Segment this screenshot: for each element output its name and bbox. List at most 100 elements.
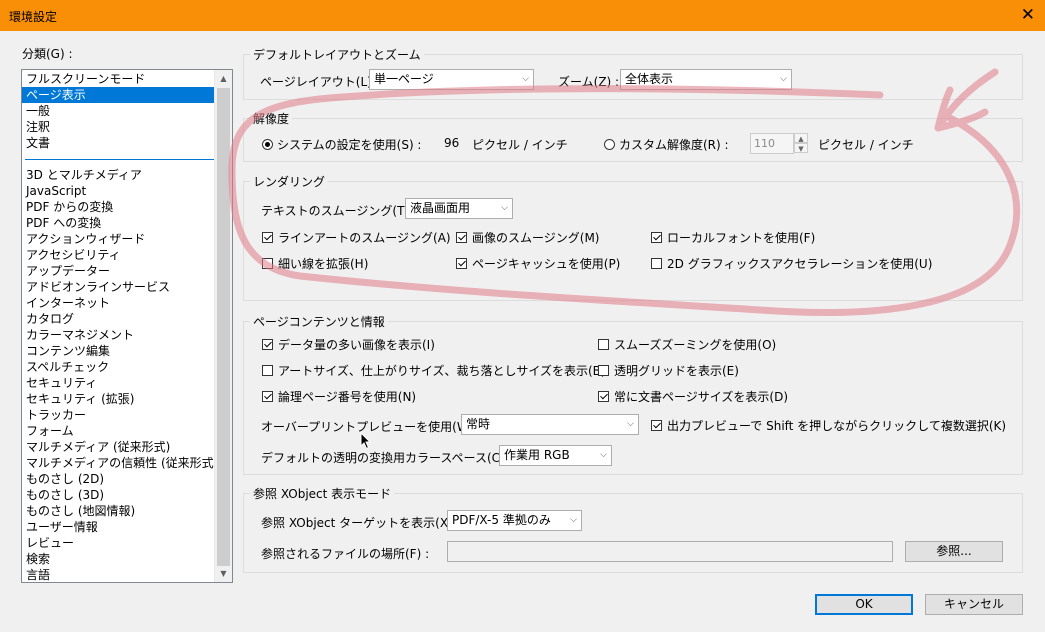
checkbox-box [651,420,662,431]
page-layout-select[interactable]: 単一ページ ⌵ [369,69,534,90]
local-fonts-label: ローカルフォントを使用(F) [667,231,816,245]
category-item[interactable]: フルスクリーンモード [22,71,218,87]
category-item[interactable]: セキュリティ (拡張) [22,391,218,407]
zoom-select[interactable]: 全体表示 ⌵ [620,69,792,90]
output-preview-checkbox[interactable]: 出力プレビューで Shift を押しながらクリックして複数選択(K) [651,417,1006,434]
default-layout-legend: デフォルトレイアウトとズーム [253,48,421,62]
blend-colorspace-select[interactable]: 作業用 RGB ⌵ [499,445,612,466]
xobject-legend: 参照 XObject 表示モード [253,487,392,501]
image-smoothing-label: 画像のスムージング(M) [472,231,600,245]
category-item[interactable]: アクセシビリティ [22,247,218,263]
system-resolution-radio[interactable]: システムの設定を使用(S) : [262,136,421,153]
output-preview-label: 出力プレビューで Shift を押しながらクリックして複数選択(K) [667,419,1007,433]
image-smoothing-checkbox[interactable]: 画像のスムージング(M) [456,229,599,246]
category-item[interactable]: 文書 [22,135,218,151]
spin-up-icon[interactable]: ▲ [794,133,808,143]
art-size-checkbox[interactable]: アートサイズ、仕上がりサイズ、裁ち落としサイズを表示(B) [262,362,606,379]
chevron-down-icon: ⌵ [570,515,577,525]
large-images-checkbox[interactable]: データ量の多い画像を表示(I) [262,336,435,353]
checkbox-box [651,258,662,269]
category-item[interactable]: JavaScript [22,183,218,199]
category-item[interactable]: 一般 [22,103,218,119]
transparency-grid-checkbox[interactable]: 透明グリッドを表示(E) [598,362,739,379]
text-smoothing-value: 液晶画面用 [410,201,471,215]
text-smoothing-label: テキストのスムージング(T) : [261,204,417,218]
thin-lines-label: 細い線を拡張(H) [278,257,369,271]
custom-resolution-spinner[interactable]: ▲ ▼ [794,133,808,154]
window-title: 環境設定 [9,10,58,24]
category-item[interactable]: 言語 [22,567,218,582]
category-item[interactable]: インターネット [22,295,218,311]
lineart-smoothing-checkbox[interactable]: ラインアートのスムージング(A) [262,229,451,246]
file-location-input[interactable] [447,541,893,562]
checkbox-box [262,365,273,376]
category-item[interactable]: PDF への変換 [22,215,218,231]
gpu-acceleration-checkbox[interactable]: 2D グラフィックスアクセラレーションを使用(U) [651,255,932,272]
category-item[interactable]: コンテンツ編集 [22,343,218,359]
text-smoothing-select[interactable]: 液晶画面用 ⌵ [405,198,513,219]
category-item[interactable]: フォーム [22,423,218,439]
category-item[interactable]: スペルチェック [22,359,218,375]
checkbox-box [598,339,609,350]
checkbox-box [598,391,609,402]
scroll-down-icon[interactable]: ▼ [215,565,232,582]
transparency-grid-label: 透明グリッドを表示(E) [614,364,739,378]
page-cache-label: ページキャッシュを使用(P) [472,257,621,271]
smooth-zoom-checkbox[interactable]: スムーズズーミングを使用(O) [598,336,776,353]
chevron-down-icon: ⌵ [600,450,607,460]
thin-lines-checkbox[interactable]: 細い線を拡張(H) [262,255,368,272]
page-cache-checkbox[interactable]: ページキャッシュを使用(P) [456,255,620,272]
browse-button[interactable]: 参照... [905,541,1003,562]
category-item[interactable]: PDF からの変換 [22,199,218,215]
overprint-value: 常時 [466,417,491,431]
system-resolution-label: システムの設定を使用(S) : [277,138,422,152]
logical-page-checkbox[interactable]: 論理ページ番号を使用(N) [262,388,416,405]
category-item[interactable]: アクションウィザード [22,231,218,247]
category-label: 分類(G) : [22,47,73,61]
zoom-value: 全体表示 [625,72,674,86]
category-item[interactable]: アップデーター [22,263,218,279]
category-list[interactable]: フルスクリーンモード ページ表示 一般 注釈 文書 3D とマルチメディア Ja… [21,69,233,583]
rendering-legend: レンダリング [253,175,326,189]
radio-dot [262,139,273,150]
xobject-target-value: PDF/X-5 準拠のみ [452,513,551,527]
local-fonts-checkbox[interactable]: ローカルフォントを使用(F) [651,229,815,246]
category-item[interactable]: ものさし (3D) [22,487,218,503]
category-item[interactable]: マルチメディア (従来形式) [22,439,218,455]
xobject-target-select[interactable]: PDF/X-5 準拠のみ ⌵ [447,510,582,531]
radio-dot [604,139,615,150]
category-item[interactable]: マルチメディアの信頼性 (従来形式) [22,455,218,471]
category-item[interactable]: ユーザー情報 [22,519,218,535]
category-item[interactable]: ものさし (地図情報) [22,503,218,519]
category-item[interactable]: カラーマネジメント [22,327,218,343]
category-item[interactable]: 検索 [22,551,218,567]
category-item[interactable]: ものさし (2D) [22,471,218,487]
scroll-thumb[interactable] [217,88,230,566]
chevron-down-icon: ⌵ [522,74,529,84]
scroll-up-icon[interactable]: ▲ [215,70,232,87]
category-item[interactable]: レビュー [22,535,218,551]
custom-resolution-radio[interactable]: カスタム解像度(R) : [604,136,729,153]
art-size-label: アートサイズ、仕上がりサイズ、裁ち落としサイズを表示(B) [278,364,606,378]
category-item[interactable]: 3D とマルチメディア [22,167,218,183]
custom-resolution-input[interactable]: 110 [750,133,794,154]
xobject-target-label: 参照 XObject ターゲットを表示(X) : [261,516,461,530]
close-icon[interactable]: ✕ [1021,5,1035,25]
category-item-selected[interactable]: ページ表示 [22,87,218,103]
ok-button[interactable]: OK [815,594,913,615]
checkbox-box [262,391,273,402]
title-bar: 環境設定 ✕ [0,0,1045,31]
overprint-select[interactable]: 常時 ⌵ [461,414,639,435]
page-layout-label: ページレイアウト(L) : [260,75,380,89]
spin-down-icon[interactable]: ▼ [794,143,808,153]
category-item[interactable]: 注釈 [22,119,218,135]
category-item[interactable]: カタログ [22,311,218,327]
category-scrollbar[interactable]: ▲ ▼ [214,70,232,582]
checkbox-box [262,258,273,269]
category-item[interactable]: アドビオンラインサービス [22,279,218,295]
category-item[interactable]: セキュリティ [22,375,218,391]
cancel-button[interactable]: キャンセル [925,594,1023,615]
category-item[interactable]: トラッカー [22,407,218,423]
lineart-smoothing-label: ラインアートのスムージング(A) [278,231,451,245]
doc-page-size-checkbox[interactable]: 常に文書ページサイズを表示(D) [598,388,788,405]
